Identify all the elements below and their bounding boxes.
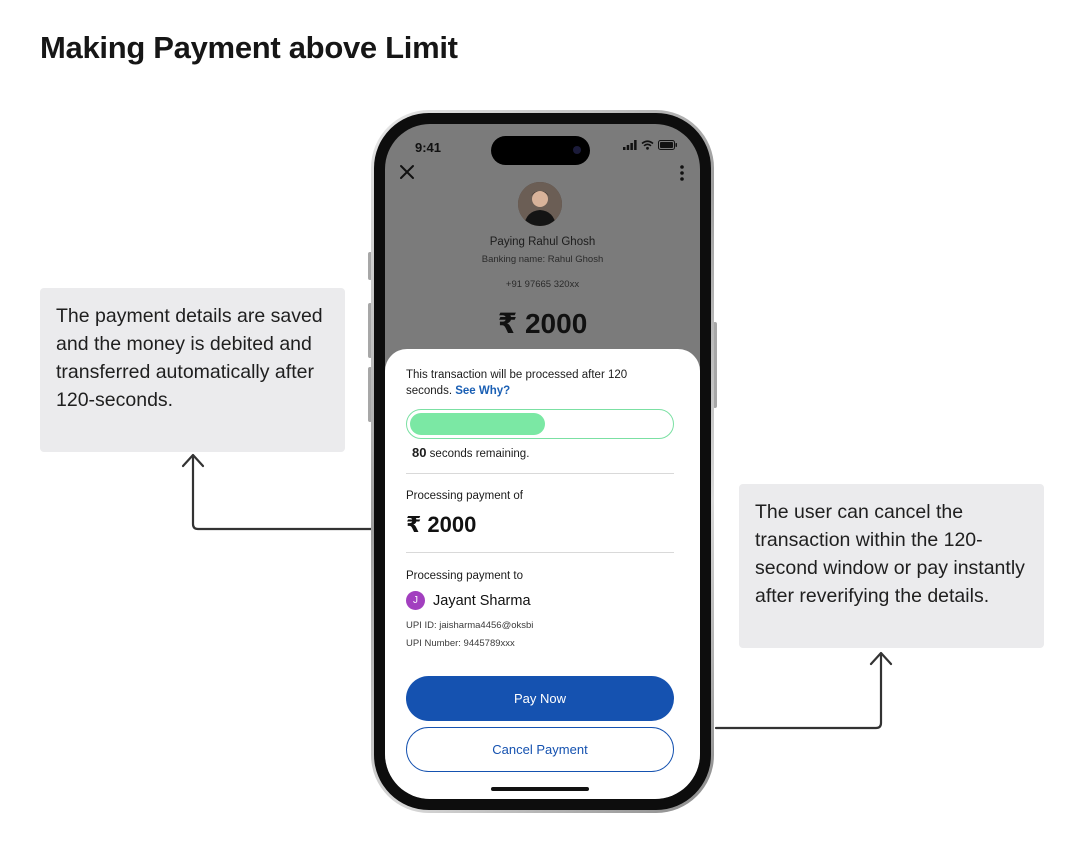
divider (406, 552, 674, 553)
arrow-up-icon (869, 651, 893, 666)
phone-screen: 9:41 Paying Rahul Ghosh Banking name: Ra… (385, 124, 700, 799)
dynamic-island (491, 136, 590, 165)
annotation-cancel-window: The user can cancel the transaction with… (739, 484, 1044, 648)
countdown-progress-bar (406, 409, 674, 439)
processing-sheet: This transaction will be processed after… (385, 349, 700, 799)
left-connector-line (191, 455, 374, 531)
payment-amount: ₹ 2000 (497, 308, 588, 339)
recipient-upi-number: UPI Number: 9445789xxx (406, 638, 515, 649)
phone-bezel: 9:41 Paying Rahul Ghosh Banking name: Ra… (374, 113, 711, 810)
status-time: 9:41 (415, 140, 442, 155)
notice-text: This transaction will be processed after… (406, 369, 628, 397)
camera-dot (573, 146, 581, 154)
recipient-avatar: J (406, 591, 425, 610)
wifi-icon (641, 140, 654, 150)
pay-now-button[interactable]: Pay Now (406, 676, 674, 721)
payee-phone: +91 97665 320xx (505, 279, 580, 290)
processing-recipient-label: Processing payment to (406, 570, 523, 582)
phone-mockup: 9:41 Paying Rahul Ghosh Banking name: Ra… (371, 110, 714, 813)
battery-icon (658, 140, 677, 150)
payee-banking-name: Banking name: Rahul Ghosh (481, 254, 604, 265)
progress-fill (410, 413, 546, 435)
divider (406, 473, 674, 474)
processing-notice: This transaction will be processed after… (406, 367, 666, 399)
recipient-row: J Jayant Sharma (406, 591, 531, 610)
close-icon[interactable] (397, 162, 417, 182)
right-connector-line (714, 653, 883, 730)
see-why-link[interactable]: See Why? (455, 385, 510, 397)
status-bar: 9:41 (385, 124, 700, 168)
payee-title: Paying Rahul Ghosh (489, 236, 596, 248)
processing-amount: ₹ 2000 (406, 512, 477, 537)
avatar-image (518, 182, 562, 226)
avatar (518, 182, 562, 226)
seconds-remaining-label: seconds remaining. (429, 448, 530, 460)
annotation-auto-transfer: The payment details are saved and the mo… (40, 288, 345, 452)
signal-icon (623, 140, 637, 150)
page-title: Making Payment above Limit (40, 30, 458, 65)
recipient-upi-id: UPI ID: jaisharma4456@oksbi (406, 620, 534, 631)
seconds-remaining-count: 80 (412, 445, 427, 460)
more-vertical-icon[interactable] (678, 164, 686, 182)
home-indicator (491, 787, 589, 791)
seconds-remaining: 80 seconds remaining. (412, 445, 529, 460)
processing-amount-label: Processing payment of (406, 490, 523, 502)
status-icons (623, 140, 678, 150)
cancel-payment-button[interactable]: Cancel Payment (406, 727, 674, 772)
arrow-up-icon (181, 453, 205, 468)
recipient-name: Jayant Sharma (433, 592, 531, 609)
